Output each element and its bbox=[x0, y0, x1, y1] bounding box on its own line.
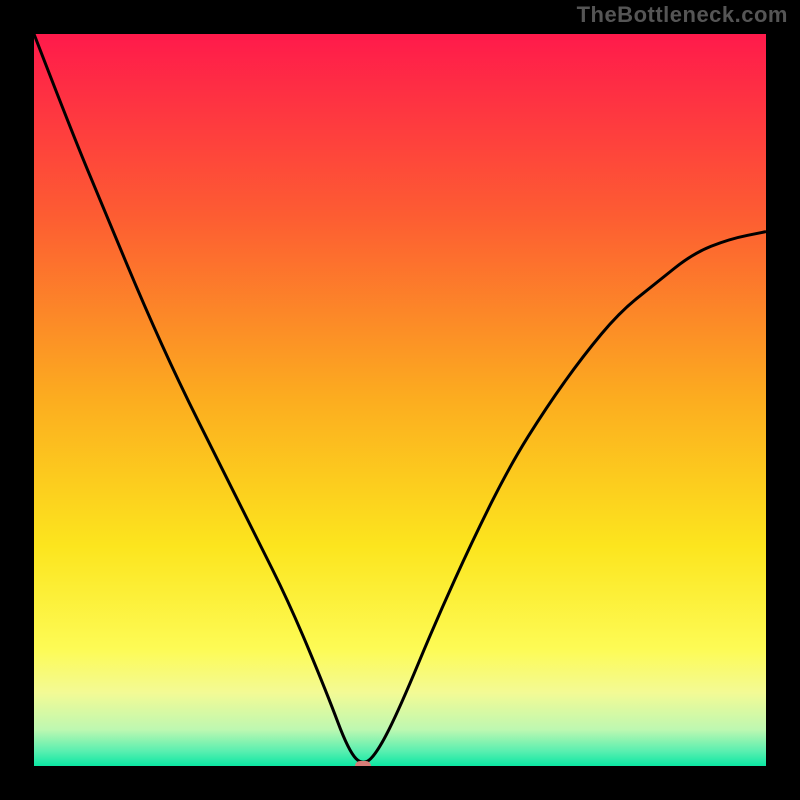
optimal-point-marker bbox=[355, 761, 371, 766]
plot-area bbox=[34, 34, 766, 766]
watermark-text: TheBottleneck.com bbox=[577, 2, 788, 28]
plot-svg bbox=[34, 34, 766, 766]
gradient-background bbox=[34, 34, 766, 766]
chart-frame: TheBottleneck.com bbox=[0, 0, 800, 800]
